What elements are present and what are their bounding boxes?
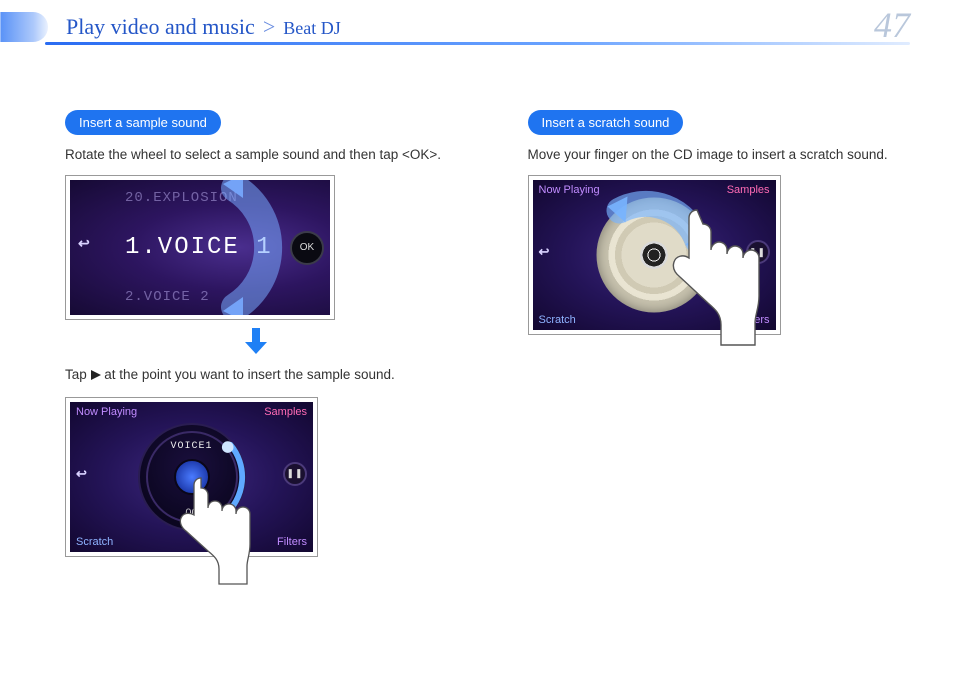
column-scratch-sound: Insert a scratch sound Move your finger … — [528, 110, 911, 557]
instruction-tap-prefix: Tap — [65, 367, 91, 382]
beat-dj-sample-screen: Now Playing Samples Scratch Filters ↩ ❚❚… — [70, 402, 313, 552]
instruction-scratch: Move your finger on the CD image to inse… — [528, 145, 911, 165]
corner-scratch[interactable]: Scratch — [539, 314, 576, 326]
dial-label: VOICE1 — [140, 441, 244, 452]
scratch-motion-arc-icon — [590, 191, 719, 320]
breadcrumb: Play video and music > Beat DJ — [66, 14, 341, 40]
corner-scratch[interactable]: Scratch — [76, 536, 113, 548]
arrow-down-icon — [65, 328, 448, 359]
sample-dial[interactable]: VOICE1 00 — [138, 423, 246, 531]
corner-filters[interactable]: Filters — [277, 536, 307, 548]
header-accent — [0, 12, 48, 42]
figure-sample-insert: Now Playing Samples Scratch Filters ↩ ❚❚… — [65, 397, 318, 557]
dial-center-button[interactable] — [174, 459, 210, 495]
dial-time: 00 — [140, 507, 244, 519]
page-number: 47 — [874, 4, 910, 46]
heading-pill-scratch: Insert a scratch sound — [528, 110, 684, 135]
back-icon[interactable]: ↩ — [539, 244, 550, 260]
corner-now-playing[interactable]: Now Playing — [76, 406, 137, 418]
ok-button[interactable]: OK — [290, 231, 324, 265]
instruction-tap-suffix: at the point you want to insert the samp… — [104, 367, 394, 382]
cd-scratch-surface[interactable] — [597, 198, 712, 313]
play-icon — [91, 366, 101, 386]
breadcrumb-separator-icon: > — [263, 14, 275, 39]
pause-button[interactable]: ❚❚ — [746, 240, 770, 264]
breadcrumb-sub: Beat DJ — [283, 18, 341, 38]
voice-wheel-screen: ↩ 20.EXPLOSION 1.VOICE 1 2.VOICE 2 OK — [70, 180, 330, 315]
column-sample-sound: Insert a sample sound Rotate the wheel t… — [65, 110, 448, 557]
heading-pill-sample: Insert a sample sound — [65, 110, 221, 135]
instruction-tap-insert: Tap at the point you want to insert the … — [65, 365, 448, 386]
instruction-select-sample: Rotate the wheel to select a sample soun… — [65, 145, 448, 165]
corner-samples[interactable]: Samples — [727, 184, 770, 196]
back-icon[interactable]: ↩ — [78, 235, 90, 252]
corner-filters[interactable]: Filters — [740, 314, 770, 326]
beat-dj-scratch-screen: Now Playing Samples Scratch Filters ↩ ❚❚ — [533, 180, 776, 330]
figure-voice-wheel: ↩ 20.EXPLOSION 1.VOICE 1 2.VOICE 2 OK — [65, 175, 335, 320]
pause-button[interactable]: ❚❚ — [283, 462, 307, 486]
corner-samples[interactable]: Samples — [264, 406, 307, 418]
header-underline — [45, 42, 910, 45]
figure-scratch: Now Playing Samples Scratch Filters ↩ ❚❚ — [528, 175, 781, 335]
back-icon[interactable]: ↩ — [76, 466, 87, 482]
breadcrumb-main: Play video and music — [66, 14, 255, 39]
